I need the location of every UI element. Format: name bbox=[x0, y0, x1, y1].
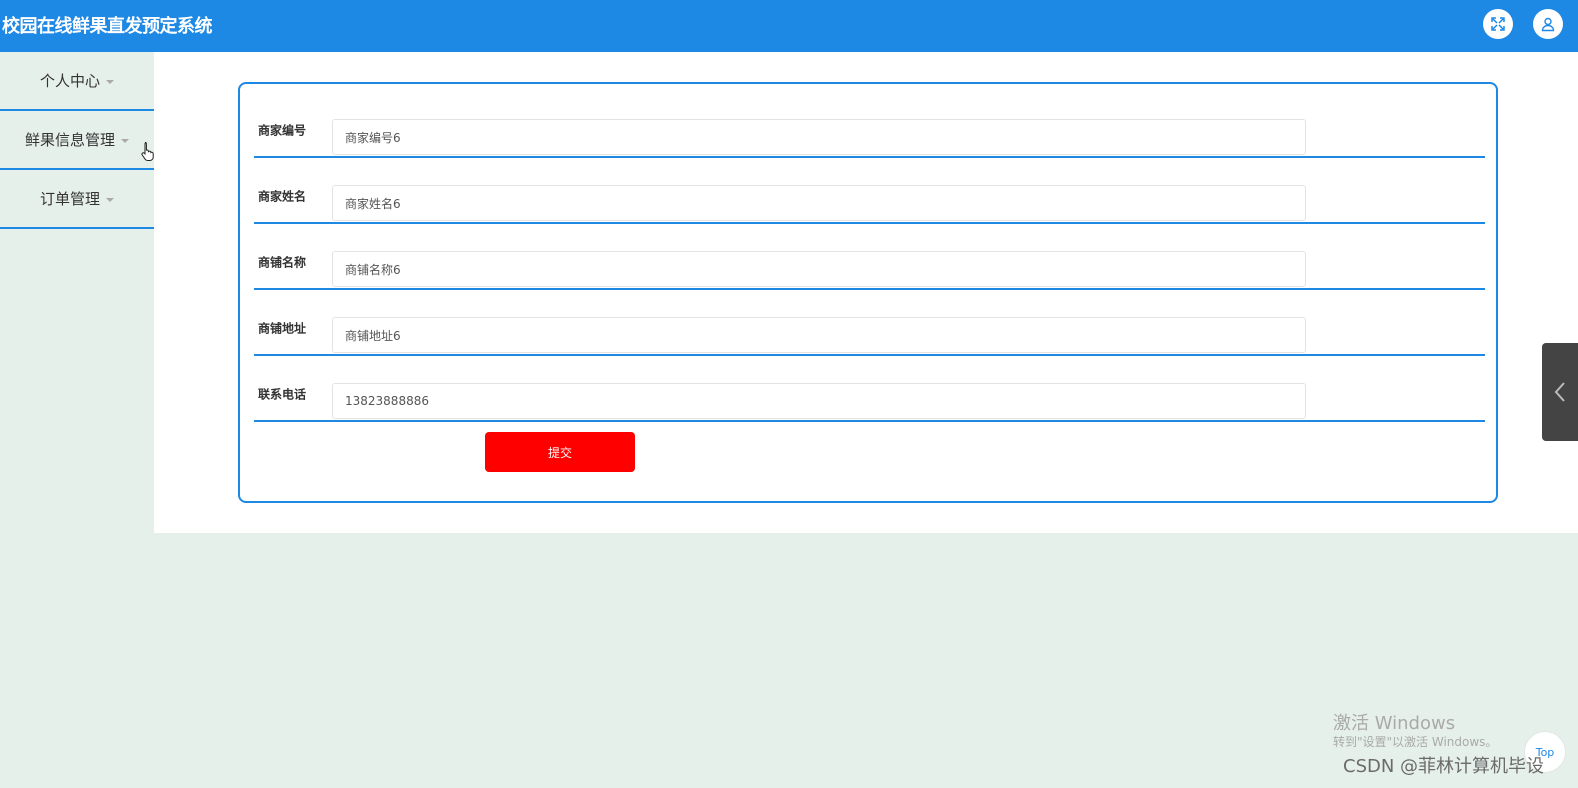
sidebar-item-label: 订单管理 bbox=[39, 190, 100, 208]
chevron-left-icon bbox=[1554, 382, 1565, 402]
activation-watermark-subtitle: 转到"设置"以激活 Windows。 bbox=[1333, 735, 1498, 749]
shop-name-field[interactable] bbox=[332, 251, 1306, 287]
submit-button[interactable]: 提交 bbox=[485, 432, 635, 472]
phone-field[interactable] bbox=[332, 383, 1306, 419]
user-button[interactable] bbox=[1533, 9, 1563, 39]
field-label: 商家姓名 bbox=[258, 189, 307, 204]
main-content: 商家编号 商家姓名 商铺名称 商铺地址 联系电话 提交 bbox=[154, 52, 1578, 533]
sidebar-item-fruit-management[interactable]: 鲜果信息管理 bbox=[0, 111, 154, 170]
sidebar: 个人中心 鲜果信息管理 订单管理 bbox=[0, 52, 154, 229]
expand-icon bbox=[1491, 17, 1505, 31]
activation-watermark-title: 激活 Windows bbox=[1333, 713, 1456, 734]
sidebar-item-personal-center[interactable]: 个人中心 bbox=[0, 52, 154, 111]
csdn-watermark: CSDN @菲林计算机毕设 bbox=[1343, 756, 1545, 777]
sidebar-item-label: 鲜果信息管理 bbox=[24, 131, 115, 149]
sidebar-item-label: 个人中心 bbox=[39, 72, 100, 90]
fullscreen-button[interactable] bbox=[1483, 9, 1513, 39]
shop-address-field[interactable] bbox=[332, 317, 1306, 353]
form-row-merchant-id: 商家编号 bbox=[254, 92, 1485, 158]
field-label: 联系电话 bbox=[258, 387, 307, 402]
user-icon bbox=[1541, 17, 1555, 32]
merchant-name-field[interactable] bbox=[332, 185, 1306, 221]
hand-cursor-icon bbox=[141, 142, 154, 161]
chevron-down-icon bbox=[121, 138, 129, 143]
form-row-shop-name: 商铺名称 bbox=[254, 224, 1485, 290]
field-label: 商铺名称 bbox=[258, 255, 307, 270]
form-row-shop-address: 商铺地址 bbox=[254, 290, 1485, 356]
side-panel-toggle[interactable] bbox=[1542, 343, 1578, 441]
form-row-merchant-name: 商家姓名 bbox=[254, 158, 1485, 224]
merchant-id-field[interactable] bbox=[332, 119, 1306, 155]
chevron-down-icon bbox=[106, 197, 114, 202]
sidebar-item-order-management[interactable]: 订单管理 bbox=[0, 170, 154, 229]
field-label: 商家编号 bbox=[258, 123, 307, 138]
app-title: 校园在线鲜果直发预定系统 bbox=[2, 16, 213, 37]
chevron-down-icon bbox=[106, 79, 114, 84]
top-bar: 校园在线鲜果直发预定系统 bbox=[0, 0, 1578, 52]
form-row-phone: 联系电话 bbox=[254, 356, 1485, 422]
field-label: 商铺地址 bbox=[258, 321, 307, 336]
merchant-form: 商家编号 商家姓名 商铺名称 商铺地址 联系电话 提交 bbox=[238, 82, 1498, 503]
